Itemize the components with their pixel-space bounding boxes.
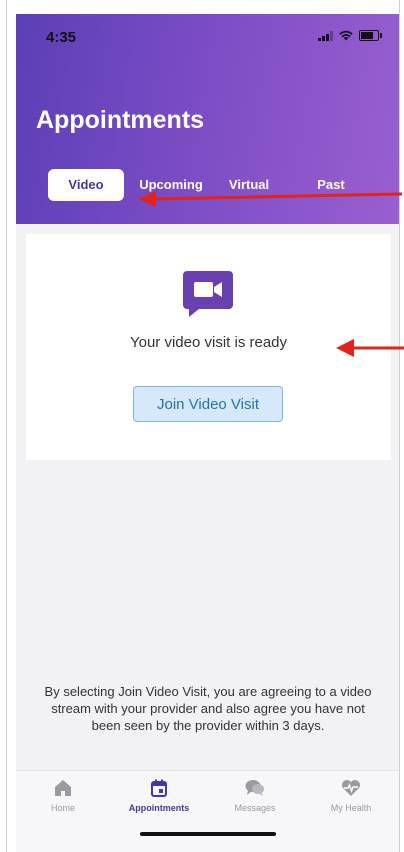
calendar-icon xyxy=(151,779,167,797)
tabbar-item-home[interactable]: Home xyxy=(18,779,108,813)
frame-border-right xyxy=(399,0,400,852)
tabbar-item-my-health[interactable]: My Health xyxy=(306,779,396,813)
bottom-tab-bar: Home Appointments Messages My Health xyxy=(16,770,399,852)
phone-screen: 4:35 Appointments Video Upcoming Virtual… xyxy=(16,14,399,852)
screenshot-frame: 4:35 Appointments Video Upcoming Virtual… xyxy=(0,0,404,852)
battery-icon xyxy=(359,30,382,41)
messages-icon xyxy=(245,780,264,796)
status-time: 4:35 xyxy=(46,29,77,46)
tabbar-label-my-health: My Health xyxy=(330,803,372,813)
heart-icon xyxy=(342,780,360,796)
tabbar-label-home: Home xyxy=(50,803,75,813)
video-camera-icon xyxy=(183,271,233,317)
frame-border-left xyxy=(6,0,7,852)
wifi-icon xyxy=(339,30,353,41)
consent-disclaimer: By selecting Join Video Visit, you are a… xyxy=(44,684,372,733)
status-icons xyxy=(318,30,382,41)
home-icon xyxy=(55,780,71,796)
join-video-visit-button[interactable]: Join Video Visit xyxy=(133,386,283,422)
tabbar-label-appointments: Appointments xyxy=(128,803,190,813)
annotation-arrow-message xyxy=(336,339,404,357)
tabbar-item-messages[interactable]: Messages xyxy=(210,779,300,813)
tabbar-item-appointments[interactable]: Appointments xyxy=(114,779,204,813)
page-title: Appointments xyxy=(36,106,205,134)
home-indicator xyxy=(140,832,276,836)
annotation-arrow-tabs xyxy=(138,191,403,207)
tabbar-label-messages: Messages xyxy=(234,803,276,813)
signal-icon xyxy=(318,30,333,41)
tab-video[interactable]: Video xyxy=(48,169,124,201)
